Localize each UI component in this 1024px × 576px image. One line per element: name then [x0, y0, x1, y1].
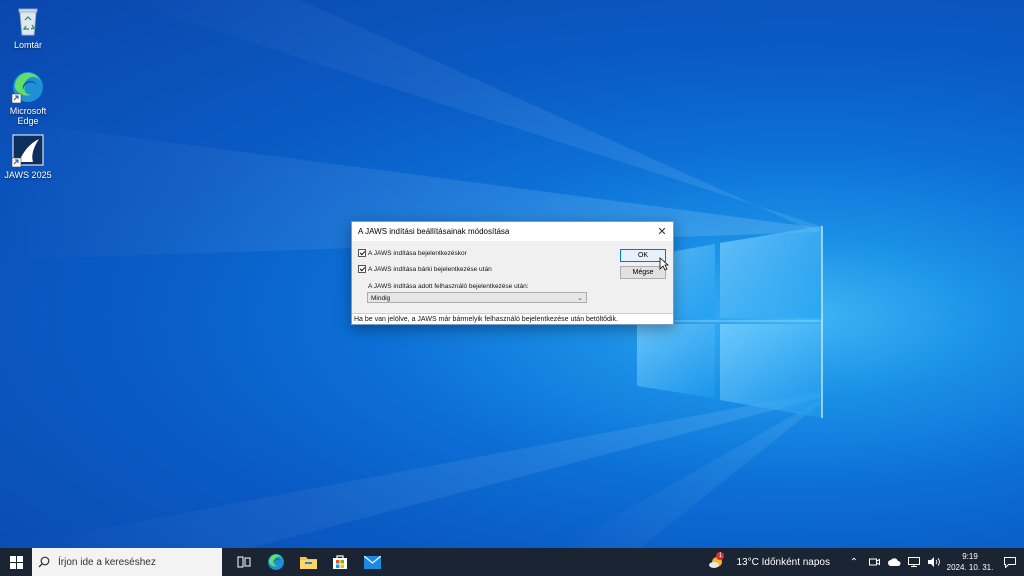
mouse-cursor-icon [659, 257, 669, 271]
cloud-icon [887, 558, 900, 566]
close-icon: ✕ [657, 226, 667, 238]
clock[interactable]: 9:19 2024. 10. 31. [944, 551, 996, 573]
jaws-startup-dialog: A JAWS indítási beállításainak módosítás… [351, 221, 674, 325]
edge-icon [11, 70, 45, 104]
weather-widget[interactable]: 1 13°C Időnként napos [708, 552, 830, 570]
search-placeholder: Írjon ide a kereséshez [58, 556, 156, 568]
task-view-button[interactable] [228, 548, 260, 576]
user-logon-combo-label: A JAWS indítása adott felhasználó bejele… [368, 283, 529, 290]
start-at-logon-label: A JAWS indítása bejelentkezéskor [368, 249, 467, 257]
taskbar: Írjon ide a kereséshez 1 13°C Időnként n… [0, 548, 1024, 576]
taskbar-file-explorer-button[interactable] [292, 548, 324, 576]
system-tray: 1 13°C Időnként napos ⌃ 9:19 2024. 10. 3… [708, 548, 1024, 576]
desktop-icon-recycle-bin[interactable]: Lomtár [0, 4, 56, 50]
close-button[interactable]: ✕ [651, 222, 673, 241]
chevron-down-icon: ⌄ [577, 295, 583, 302]
speaker-icon [928, 557, 940, 567]
meet-now-button[interactable] [864, 548, 884, 576]
taskbar-search-box[interactable]: Írjon ide a kereséshez [32, 548, 222, 576]
onedrive-button[interactable] [884, 548, 904, 576]
volume-button[interactable] [924, 548, 944, 576]
dialog-title-bar[interactable]: A JAWS indítási beállításainak módosítás… [352, 222, 673, 241]
notification-icon [1004, 556, 1016, 568]
clock-date: 2024. 10. 31. [946, 563, 994, 572]
taskbar-edge-button[interactable] [260, 548, 292, 576]
folder-icon [299, 557, 317, 569]
network-icon [908, 557, 920, 567]
weather-text: 13°C Időnként napos [736, 556, 830, 568]
jaws-icon [11, 134, 45, 168]
search-icon [38, 556, 50, 568]
start-at-logon-checkbox[interactable] [358, 249, 366, 257]
clock-time: 9:19 [962, 552, 978, 561]
start-button[interactable] [0, 548, 32, 576]
dialog-title: A JAWS indítási beállításainak módosítás… [358, 227, 510, 236]
desktop-icon-microsoft-edge[interactable]: Microsoft Edge [0, 70, 56, 126]
notification-center-button[interactable] [996, 556, 1024, 568]
store-icon [333, 555, 347, 569]
mail-icon [363, 555, 381, 569]
meet-now-icon [868, 558, 880, 566]
show-hidden-icons-button[interactable]: ⌃ [844, 548, 864, 576]
desktop-icon-jaws[interactable]: JAWS 2025 [0, 134, 56, 180]
taskbar-store-button[interactable] [324, 548, 356, 576]
dialog-status-text: Ha be van jelölve, a JAWS már bármelyik … [352, 313, 673, 324]
start-after-any-logon-option[interactable]: A JAWS indítása bárki bejelentkezése utá… [358, 265, 492, 273]
user-logon-combo[interactable]: Mindig ⌄ [367, 292, 587, 303]
desktop-icon-label: JAWS 2025 [4, 170, 52, 180]
desktop-icon-label: Lomtár [13, 40, 42, 50]
start-at-logon-option[interactable]: A JAWS indítása bejelentkezéskor [358, 249, 467, 257]
chevron-up-icon: ⌃ [849, 556, 859, 568]
recycle-bin-icon [11, 4, 45, 38]
start-after-any-logon-checkbox[interactable] [358, 265, 366, 273]
dialog-body: A JAWS indítása bejelentkezéskor A JAWS … [352, 241, 673, 313]
edge-icon [268, 554, 284, 570]
start-after-any-logon-label: A JAWS indítása bárki bejelentkezése utá… [368, 265, 492, 273]
windows-logo-icon [9, 555, 23, 569]
combo-value: Mindig [371, 295, 391, 302]
desktop-icon-label: Microsoft Edge [9, 106, 47, 126]
task-view-icon [237, 556, 251, 568]
network-button[interactable] [904, 548, 924, 576]
taskbar-mail-button[interactable] [356, 548, 388, 576]
